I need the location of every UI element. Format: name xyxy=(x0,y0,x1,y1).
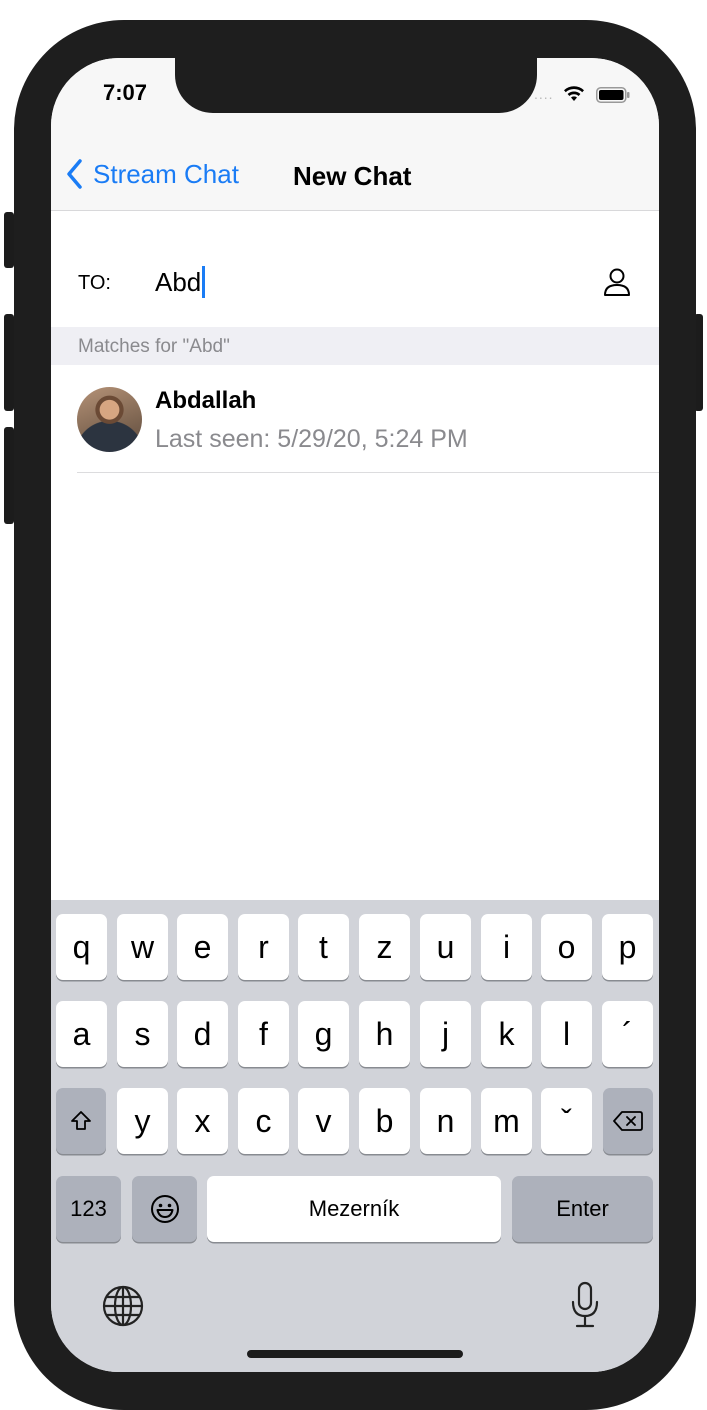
key-t[interactable]: t xyxy=(298,914,349,980)
chevron-left-icon xyxy=(67,159,82,189)
key-i[interactable]: i xyxy=(481,914,532,980)
volume-down-button xyxy=(4,427,14,524)
key-s[interactable]: s xyxy=(117,1001,168,1067)
row-divider xyxy=(77,472,659,473)
recipient-input-value: Abd xyxy=(155,266,202,297)
globe-icon[interactable] xyxy=(101,1284,145,1328)
key-g[interactable]: g xyxy=(298,1001,349,1067)
key-f[interactable]: f xyxy=(238,1001,289,1067)
backspace-icon xyxy=(613,1111,643,1131)
emoji-icon xyxy=(150,1195,179,1223)
delete-key[interactable] xyxy=(603,1088,653,1154)
user-last-seen: Last seen: 5/29/20, 5:24 PM xyxy=(155,425,468,453)
key-w[interactable]: w xyxy=(117,914,168,980)
key-u[interactable]: u xyxy=(420,914,471,980)
wifi-icon xyxy=(564,86,584,101)
navigation-bar: Stream Chat New Chat xyxy=(51,138,659,211)
key-c[interactable]: c xyxy=(238,1088,289,1154)
avatar xyxy=(77,387,142,452)
key-d[interactable]: d xyxy=(177,1001,228,1067)
mute-switch xyxy=(4,212,14,268)
shift-key[interactable] xyxy=(56,1088,106,1154)
signal-dots: .... xyxy=(534,86,554,102)
keyboard: q w e r t z u i o p a s d f g h j k l ´ … xyxy=(51,900,659,1372)
key-n[interactable]: n xyxy=(420,1088,471,1154)
enter-key[interactable]: Enter xyxy=(512,1176,653,1242)
key-p[interactable]: p xyxy=(602,914,653,980)
key-acute[interactable]: ´ xyxy=(602,1001,653,1067)
key-m[interactable]: m xyxy=(481,1088,532,1154)
recipient-search-input[interactable]: Abd xyxy=(155,260,555,304)
key-l[interactable]: l xyxy=(541,1001,592,1067)
home-indicator[interactable] xyxy=(247,1350,463,1358)
key-e[interactable]: e xyxy=(177,914,228,980)
key-h[interactable]: h xyxy=(359,1001,410,1067)
numbers-key[interactable]: 123 xyxy=(56,1176,121,1242)
key-k[interactable]: k xyxy=(481,1001,532,1067)
key-b[interactable]: b xyxy=(359,1088,410,1154)
page-title: New Chat xyxy=(293,161,412,191)
status-time: 7:07 xyxy=(103,80,148,105)
key-z[interactable]: z xyxy=(359,914,410,980)
matches-header-label: Matches for "Abd" xyxy=(78,336,230,357)
to-label: TO: xyxy=(78,272,111,294)
space-key[interactable]: Mezerník xyxy=(207,1176,501,1242)
back-button-label: Stream Chat xyxy=(93,158,239,189)
back-button[interactable]: Stream Chat xyxy=(65,158,239,190)
volume-up-button xyxy=(4,314,14,411)
key-v[interactable]: v xyxy=(298,1088,349,1154)
user-list-item[interactable]: Abdallah Last seen: 5/29/20, 5:24 PM xyxy=(51,365,659,473)
shift-icon xyxy=(71,1111,91,1130)
key-x[interactable]: x xyxy=(177,1088,228,1154)
key-y[interactable]: y xyxy=(117,1088,168,1154)
phone-screen: 7:07 .... Stream Chat New Chat TO: Abd M… xyxy=(51,58,659,1372)
key-j[interactable]: j xyxy=(420,1001,471,1067)
key-q[interactable]: q xyxy=(56,914,107,980)
key-r[interactable]: r xyxy=(238,914,289,980)
person-icon[interactable] xyxy=(603,267,631,297)
notch xyxy=(175,58,537,113)
key-o[interactable]: o xyxy=(541,914,592,980)
matches-header: Matches for "Abd" xyxy=(51,327,659,365)
emoji-key[interactable] xyxy=(132,1176,197,1242)
battery-icon xyxy=(596,87,630,103)
microphone-icon[interactable] xyxy=(569,1280,601,1330)
user-name: Abdallah xyxy=(155,387,257,414)
key-caron[interactable]: ˇ xyxy=(541,1088,592,1154)
recipient-row: TO: Abd xyxy=(51,212,659,327)
text-cursor xyxy=(202,266,206,298)
key-a[interactable]: a xyxy=(56,1001,107,1067)
